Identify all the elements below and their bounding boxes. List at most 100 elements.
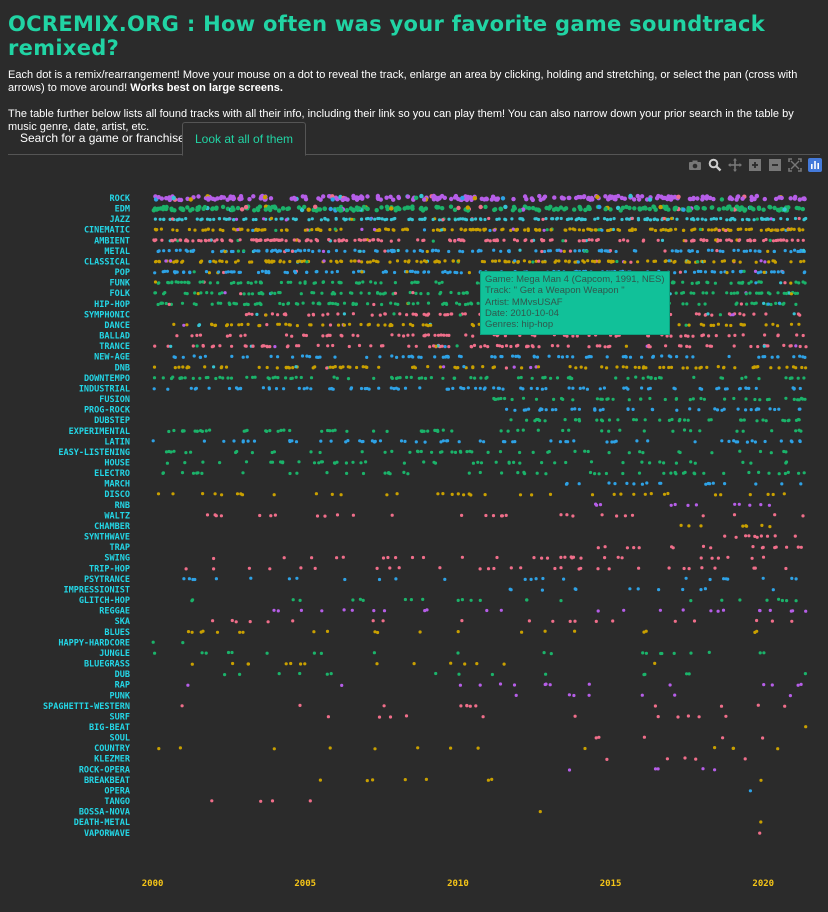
remix-dot[interactable] [729, 281, 733, 285]
remix-dot[interactable] [180, 704, 184, 708]
remix-dot[interactable] [284, 313, 288, 317]
remix-dot[interactable] [678, 270, 683, 274]
remix-dot[interactable] [223, 673, 227, 677]
remix-dot[interactable] [372, 302, 376, 307]
remix-dot[interactable] [681, 608, 685, 612]
remix-dot[interactable] [239, 292, 243, 296]
remix-dot[interactable] [573, 587, 577, 591]
remix-dot[interactable] [572, 207, 577, 212]
remix-dot[interactable] [670, 249, 674, 253]
remix-dot[interactable] [642, 238, 646, 242]
remix-dot[interactable] [433, 333, 437, 337]
remix-dot[interactable] [751, 207, 756, 212]
remix-dot[interactable] [323, 217, 327, 221]
remix-dot[interactable] [656, 715, 660, 719]
remix-dot[interactable] [577, 407, 582, 411]
remix-dot[interactable] [736, 440, 740, 444]
remix-dot[interactable] [756, 271, 760, 275]
remix-dot[interactable] [537, 193, 542, 199]
remix-dot[interactable] [642, 735, 647, 739]
remix-dot[interactable] [542, 376, 546, 380]
remix-dot[interactable] [427, 270, 431, 274]
remix-dot[interactable] [240, 322, 244, 327]
remix-dot[interactable] [443, 313, 447, 317]
remix-dot[interactable] [479, 376, 483, 380]
remix-dot[interactable] [799, 260, 803, 264]
remix-dot[interactable] [652, 259, 656, 263]
remix-dot[interactable] [796, 249, 800, 254]
pan-icon[interactable] [728, 158, 742, 172]
remix-dot[interactable] [192, 302, 196, 306]
remix-dot[interactable] [186, 630, 191, 634]
remix-dot[interactable] [230, 650, 234, 655]
remix-dot[interactable] [465, 205, 470, 210]
remix-dot[interactable] [364, 460, 368, 464]
remix-dot[interactable] [173, 366, 177, 370]
remix-dot[interactable] [773, 407, 777, 412]
remix-dot[interactable] [166, 387, 170, 391]
remix-dot[interactable] [411, 302, 415, 306]
remix-dot[interactable] [161, 471, 165, 475]
remix-dot[interactable] [753, 566, 757, 570]
remix-dot[interactable] [542, 651, 546, 655]
remix-dot[interactable] [351, 598, 355, 602]
remix-dot[interactable] [276, 313, 280, 317]
remix-dot[interactable] [616, 228, 620, 232]
remix-dot[interactable] [598, 503, 603, 507]
remix-dot[interactable] [279, 428, 283, 432]
remix-dot[interactable] [739, 206, 745, 211]
remix-dot[interactable] [279, 217, 283, 221]
remix-dot[interactable] [700, 194, 705, 199]
remix-dot[interactable] [552, 195, 557, 200]
remix-dot[interactable] [331, 429, 335, 433]
remix-dot[interactable] [183, 280, 187, 284]
remix-dot[interactable] [192, 248, 196, 252]
remix-dot[interactable] [178, 248, 182, 252]
remix-dot[interactable] [335, 269, 339, 274]
remix-dot[interactable] [762, 270, 766, 274]
remix-dot[interactable] [669, 471, 673, 475]
remix-dot[interactable] [756, 206, 762, 211]
remix-dot[interactable] [280, 238, 284, 242]
remix-dot[interactable] [333, 239, 337, 243]
remix-dot[interactable] [210, 345, 214, 349]
remix-dot[interactable] [211, 619, 215, 623]
remix-dot[interactable] [635, 439, 639, 443]
remix-dot[interactable] [770, 228, 774, 232]
remix-dot[interactable] [674, 291, 678, 295]
remix-dot[interactable] [632, 418, 636, 422]
remix-dot[interactable] [658, 460, 662, 464]
remix-dot[interactable] [295, 471, 299, 475]
remix-dot[interactable] [270, 799, 275, 803]
remix-dot[interactable] [550, 344, 555, 348]
remix-dot[interactable] [777, 407, 781, 411]
remix-dot[interactable] [210, 302, 214, 306]
remix-dot[interactable] [654, 196, 660, 201]
remix-dot[interactable] [335, 260, 339, 264]
remix-dot[interactable] [213, 323, 217, 328]
remix-dot[interactable] [354, 197, 360, 202]
remix-dot[interactable] [293, 269, 297, 273]
remix-dot[interactable] [153, 291, 157, 295]
remix-dot[interactable] [246, 439, 250, 443]
remix-dot[interactable] [270, 460, 275, 464]
remix-dot[interactable] [350, 291, 354, 295]
remix-dot[interactable] [760, 523, 764, 527]
remix-dot[interactable] [511, 460, 516, 464]
remix-dot[interactable] [325, 471, 329, 475]
remix-dot[interactable] [378, 355, 382, 359]
remix-dot[interactable] [576, 260, 580, 264]
remix-dot[interactable] [415, 449, 420, 453]
remix-dot[interactable] [342, 301, 347, 305]
remix-dot[interactable] [762, 344, 766, 348]
remix-dot[interactable] [372, 227, 377, 232]
remix-dot[interactable] [192, 354, 196, 358]
remix-dot[interactable] [495, 343, 499, 348]
remix-dot[interactable] [201, 280, 205, 284]
remix-dot[interactable] [460, 513, 464, 517]
remix-dot[interactable] [521, 428, 525, 432]
remix-dot[interactable] [279, 280, 283, 285]
remix-dot[interactable] [707, 650, 711, 654]
remix-dot[interactable] [640, 693, 644, 697]
remix-dot[interactable] [282, 556, 286, 560]
